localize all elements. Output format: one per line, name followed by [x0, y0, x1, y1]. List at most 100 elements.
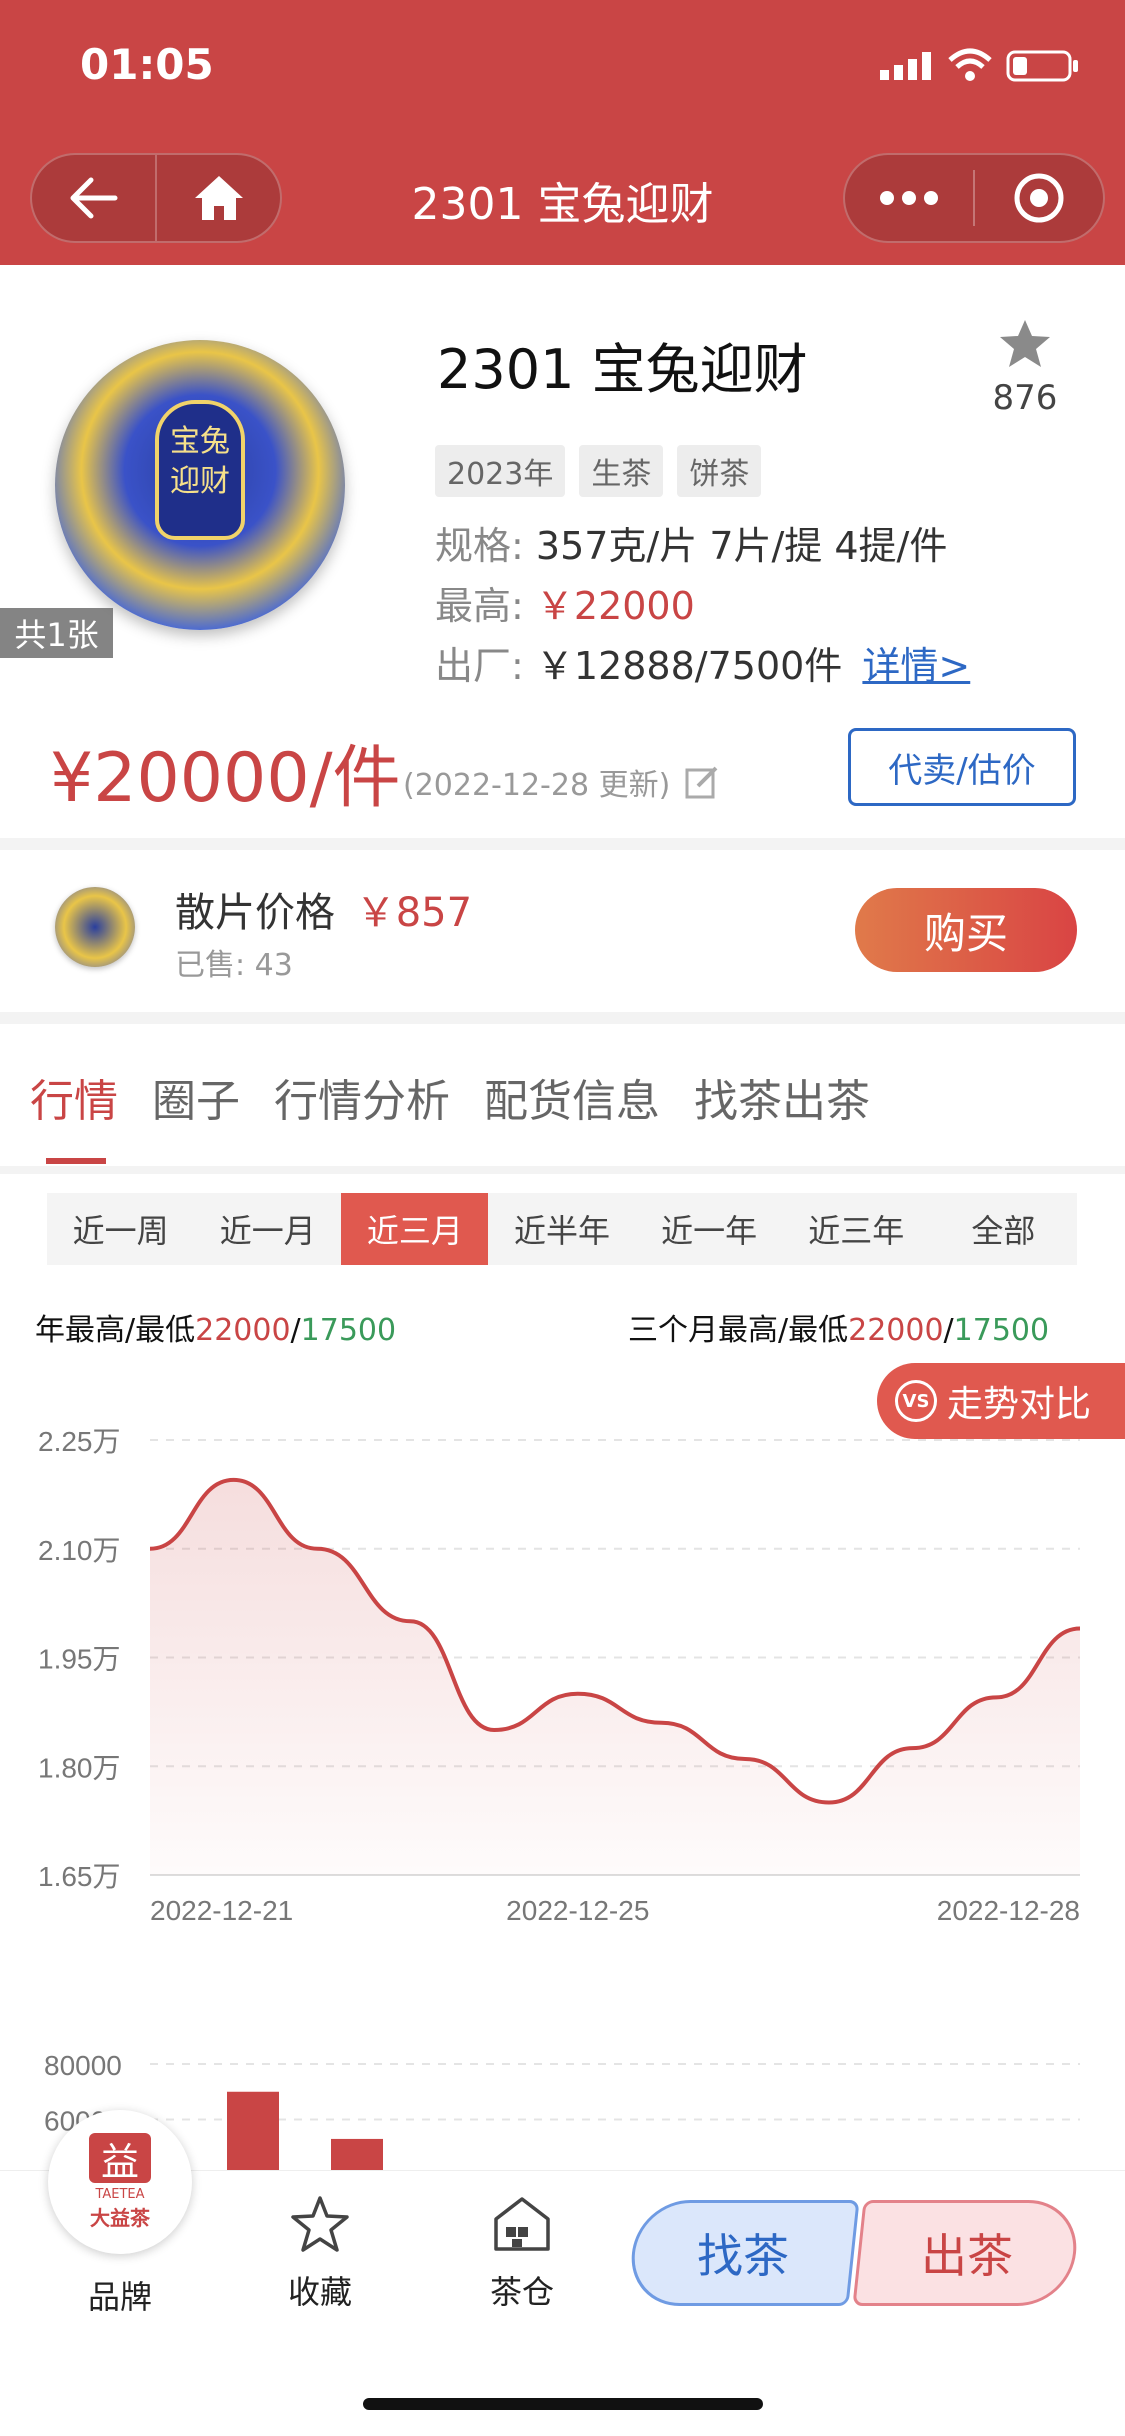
factory-price-label: 出厂:	[435, 644, 524, 688]
volume-bar	[227, 2091, 279, 2170]
section-divider	[0, 1012, 1125, 1024]
buy-button[interactable]: 购买	[855, 888, 1077, 972]
period-year[interactable]: 近一年	[636, 1193, 783, 1265]
battery-icon	[1006, 50, 1080, 86]
y-tick-label: 1.65万	[38, 1861, 121, 1892]
volume-bar	[331, 2138, 383, 2170]
nav-capsule-right	[843, 153, 1105, 243]
period-week[interactable]: 近一周	[47, 1193, 194, 1265]
period-three-years[interactable]: 近三年	[783, 1193, 930, 1265]
more-button[interactable]	[845, 155, 973, 241]
factory-price-row: 出厂: ￥12888/7500件 详情>	[435, 635, 970, 690]
section-divider	[0, 838, 1125, 850]
signal-icon	[880, 52, 936, 84]
tab-favorites[interactable]: 收藏	[250, 2195, 390, 2313]
price-trend-chart: 2.25万 2.10万 1.95万 1.80万 1.65万 2022-12-21 2022-…	[38, 1426, 1081, 1926]
trend-area	[150, 1479, 1080, 1875]
tab-warehouse[interactable]: 茶仓	[452, 2195, 592, 2313]
more-dots-icon	[880, 191, 938, 205]
close-miniprogram-button[interactable]	[975, 155, 1103, 241]
loose-price-row: 散片价格 ￥857	[175, 880, 472, 938]
three-month-high-value: 22000	[848, 1313, 944, 1348]
product-title: 2301 宝兔迎财	[437, 338, 808, 401]
tab-allocation[interactable]: 配货信息	[484, 1065, 660, 1129]
x-tick-label: 2022-12-25	[506, 1895, 649, 1926]
year-separator: /	[290, 1313, 301, 1348]
year-high-low-label: 年最高/最低	[35, 1313, 196, 1348]
three-month-label: 三个月最高/最低	[628, 1313, 849, 1348]
active-tab-indicator	[46, 1158, 106, 1164]
trend-compare-button[interactable]: VS 走势对比	[877, 1363, 1125, 1439]
tab-warehouse-label: 茶仓	[489, 2273, 554, 2311]
sell-tea-button[interactable]: 出茶	[852, 2200, 1082, 2306]
sell-tea-label: 出茶	[921, 2229, 1013, 2283]
x-tick-label: 2022-12-21	[150, 1895, 293, 1926]
favorite-button[interactable]: 876	[985, 318, 1065, 418]
y-tick-label: 2.10万	[38, 1535, 121, 1566]
content-tabs: 行情 圈子 行情分析 配货信息 找茶出茶	[30, 1065, 870, 1129]
period-month[interactable]: 近一月	[194, 1193, 341, 1265]
warehouse-icon	[494, 2197, 550, 2251]
period-half-year[interactable]: 近半年	[488, 1193, 635, 1265]
brand-logo-mark: 益	[89, 2133, 151, 2184]
period-all[interactable]: 全部	[930, 1193, 1077, 1265]
detail-link[interactable]: 详情>	[862, 644, 970, 688]
year-high-value: 22000	[195, 1313, 291, 1348]
y-tick-label: 1.95万	[38, 1644, 121, 1675]
year-low-value: 17500	[300, 1313, 397, 1348]
price-updated-date: (2022-12-28 更新)	[403, 768, 671, 803]
consign-estimate-button[interactable]: 代卖/估价	[848, 728, 1076, 806]
loose-price-value: ￥857	[355, 890, 473, 936]
product-tags: 2023年 生茶 饼茶	[435, 445, 762, 497]
loose-price-label: 散片价格	[175, 890, 335, 936]
trend-compare-label: 走势对比	[947, 1384, 1092, 1425]
spec-label: 规格:	[435, 524, 524, 568]
star-outline-icon	[291, 2196, 349, 2252]
status-time: 01:05	[80, 40, 214, 89]
three-month-separator: /	[943, 1313, 954, 1348]
year-high-low: 年最高/最低22000/17500	[35, 1305, 396, 1349]
factory-price-value: ￥12888/7500件	[535, 644, 843, 688]
tag-type: 生茶	[579, 445, 664, 497]
y-tick-label: 80000	[44, 2050, 122, 2081]
high-price-label: 最高:	[435, 584, 524, 628]
tab-analysis[interactable]: 行情分析	[274, 1065, 450, 1129]
y-tick-label: 1.80万	[38, 1752, 121, 1783]
section-divider	[0, 1166, 1125, 1174]
find-tea-label: 找茶	[697, 2229, 789, 2283]
tab-find-sell[interactable]: 找茶出茶	[694, 1065, 870, 1129]
brand-logo-cn: 大益茶	[90, 2206, 150, 2230]
loose-thumbnail	[55, 887, 135, 967]
high-price-row: 最高: ￥22000	[435, 575, 695, 630]
product-image-artwork: 宝兔 迎财	[155, 400, 245, 540]
favorite-count: 876	[992, 378, 1058, 418]
brand-logo-en: TAETEA	[95, 2187, 145, 2202]
product-image[interactable]: 宝兔 迎财	[55, 340, 345, 630]
tab-circle[interactable]: 圈子	[152, 1065, 240, 1129]
three-month-high-low: 三个月最高/最低22000/17500	[628, 1305, 1049, 1349]
period-selector: 近一周 近一月 近三月 近半年 近一年 近三年 全部	[47, 1193, 1077, 1265]
vs-icon: VS	[895, 1380, 937, 1422]
edit-icon[interactable]	[684, 764, 720, 800]
tag-form: 饼茶	[677, 445, 762, 497]
spec-row: 规格: 357克/片 7片/提 4提/件	[435, 515, 947, 570]
loose-sold-count: 已售: 43	[175, 948, 293, 983]
star-icon	[1000, 320, 1050, 367]
period-three-months[interactable]: 近三月	[341, 1193, 489, 1265]
tab-market[interactable]: 行情	[30, 1065, 118, 1129]
find-tea-button[interactable]: 找茶	[626, 2200, 860, 2306]
tab-brand[interactable]: 品牌	[50, 2272, 190, 2318]
price-update-info: (2022-12-28 更新)	[403, 760, 720, 804]
three-month-low-value: 17500	[953, 1313, 1050, 1348]
current-price: ¥20000/件	[50, 739, 401, 818]
tab-favorites-label: 收藏	[287, 2273, 352, 2311]
high-price-value: ￥22000	[535, 584, 695, 628]
wifi-icon	[948, 48, 992, 86]
home-indicator	[363, 2398, 763, 2410]
spec-value: 357克/片 7片/提 4提/件	[535, 524, 948, 568]
y-tick-label: 2.25万	[38, 1426, 121, 1457]
x-tick-label: 2022-12-28	[937, 1895, 1080, 1926]
target-circle-icon	[1014, 173, 1064, 223]
brand-logo[interactable]: 益 TAETEA 大益茶	[48, 2110, 192, 2254]
tag-year: 2023年	[435, 445, 566, 497]
